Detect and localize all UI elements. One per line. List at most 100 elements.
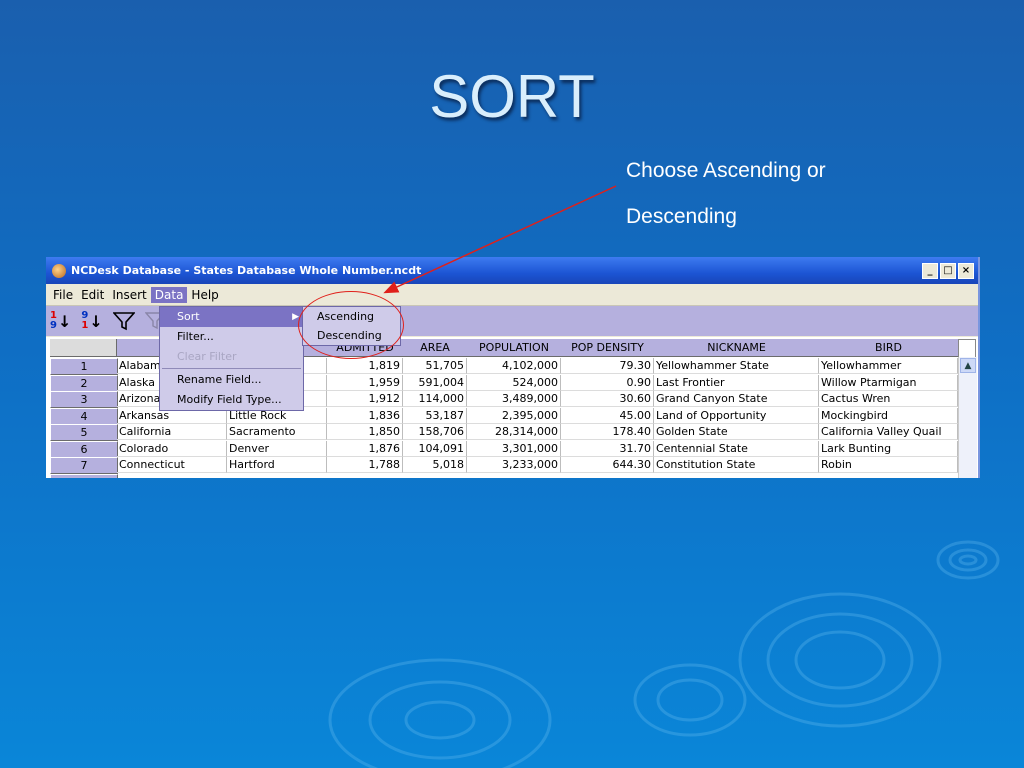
menu-data[interactable]: Data <box>150 286 188 303</box>
menu-item-rename-field[interactable]: Rename Field... <box>160 370 303 390</box>
sort-descending-button[interactable]: 9 1 ↓ <box>81 311 102 331</box>
sort-asc-numbers: 1 9 <box>50 311 57 331</box>
cell-capital[interactable]: Hartford <box>227 457 327 473</box>
sort-desc-bottom: 1 <box>81 320 89 331</box>
corner-header <box>50 339 117 357</box>
cell-bird[interactable]: Willow Ptarmigan <box>819 374 958 391</box>
cell-name[interactable]: California <box>117 424 227 440</box>
cell-pop-density[interactable]: 79.30 <box>561 358 654 374</box>
row-number[interactable]: 6 <box>50 440 118 458</box>
cell-area[interactable]: 51,705 <box>403 358 467 374</box>
cell-admitted[interactable]: 1,819 <box>327 358 403 374</box>
slide-title: SORT <box>429 63 595 130</box>
cell-population[interactable]: 2,395,000 <box>467 407 561 424</box>
cell-admitted[interactable]: 1,876 <box>327 440 403 457</box>
cell-capital[interactable]: Denver <box>227 440 327 457</box>
column-header-area[interactable]: AREA <box>403 339 468 357</box>
cell-area[interactable]: 114,000 <box>403 391 467 407</box>
app-icon <box>52 263 66 278</box>
window-controls: _ □ × <box>922 262 974 279</box>
row-number[interactable]: 1 <box>50 358 118 375</box>
menu-file[interactable]: File <box>49 287 77 303</box>
highlight-oval <box>298 291 404 359</box>
callout-line-1: Choose Ascending or <box>626 159 826 182</box>
cell-name[interactable]: Colorado <box>117 440 227 457</box>
sort-desc-numbers: 9 1 <box>81 311 88 331</box>
cell-nickname[interactable]: Centennial State <box>654 440 819 457</box>
cell-population[interactable]: 3,233,000 <box>467 457 561 473</box>
cell-population[interactable]: 524,000 <box>467 374 561 391</box>
row-number[interactable]: 5 <box>50 424 118 441</box>
column-header-bird[interactable]: BIRD <box>819 339 959 357</box>
arrow-down-icon: ↓ <box>89 311 103 331</box>
row-number[interactable]: 2 <box>50 374 118 392</box>
menu-item-sort-label: Sort <box>177 310 200 323</box>
menu-help[interactable]: Help <box>187 287 222 303</box>
cell-area[interactable]: 104,091 <box>403 440 467 457</box>
column-header-nickname[interactable]: NICKNAME <box>654 339 820 357</box>
sort-asc-bottom: 9 <box>50 320 57 331</box>
cell-admitted[interactable]: 1,850 <box>327 424 403 440</box>
cell-pop-density[interactable]: 45.00 <box>561 407 654 424</box>
cell-population[interactable]: 28,314,000 <box>467 424 561 440</box>
scroll-up-icon[interactable]: ▲ <box>960 358 976 373</box>
cell-bird[interactable]: Cactus Wren <box>819 391 958 407</box>
cell-pop-density[interactable]: 178.40 <box>561 424 654 440</box>
menu-item-modify-field-type[interactable]: Modify Field Type... <box>160 390 303 410</box>
cell-nickname[interactable]: Constitution State <box>654 457 819 473</box>
arrow-down-icon: ↓ <box>57 311 72 331</box>
callout-text: Choose Ascending or Descending <box>626 148 826 240</box>
cell-bird[interactable]: Mockingbird <box>819 407 958 424</box>
menu-item-sort[interactable]: Sort ▶ <box>160 307 303 327</box>
cell-bird[interactable]: California Valley Quail <box>819 424 958 440</box>
cell-bird[interactable]: Robin <box>819 457 958 473</box>
cell-pop-density[interactable]: 644.30 <box>561 457 654 473</box>
data-menu-dropdown: Sort ▶ Filter... Clear Filter Rename Fie… <box>159 306 304 411</box>
cell-nickname[interactable]: Yellowhammer State <box>654 358 819 374</box>
row-number[interactable]: 7 <box>50 457 118 474</box>
menu-item-clear-filter: Clear Filter <box>177 350 237 363</box>
cell-area[interactable]: 158,706 <box>403 424 467 440</box>
menu-insert[interactable]: Insert <box>108 287 150 303</box>
menu-item-filter[interactable]: Filter... <box>160 327 303 347</box>
callout-line-2: Descending <box>626 205 737 228</box>
column-header-pop-density[interactable]: POP DENSITY <box>561 339 655 357</box>
cell-area[interactable]: 591,004 <box>403 374 467 391</box>
title-bar[interactable]: NCDesk Database - States Database Whole … <box>46 257 978 284</box>
cell-admitted[interactable]: 1,959 <box>327 374 403 391</box>
cell-capital[interactable]: Sacramento <box>227 424 327 440</box>
cell-area[interactable]: 53,187 <box>403 407 467 424</box>
row-number[interactable]: 3 <box>50 391 118 408</box>
close-button[interactable]: × <box>958 262 974 279</box>
cell-nickname[interactable]: Land of Opportunity <box>654 407 819 424</box>
cell-admitted[interactable]: 1,788 <box>327 457 403 473</box>
cell-name[interactable]: Connecticut <box>117 457 227 473</box>
cell-nickname[interactable]: Grand Canyon State <box>654 391 819 407</box>
cell-population[interactable]: 4,102,000 <box>467 358 561 374</box>
cell-pop-density[interactable]: 0.90 <box>561 374 654 391</box>
cell-nickname[interactable]: Golden State <box>654 424 819 440</box>
cell-pop-density[interactable]: 30.60 <box>561 391 654 407</box>
menu-separator <box>162 368 301 369</box>
cell-bird[interactable]: Yellowhammer <box>819 358 958 374</box>
header-corner-box <box>958 339 976 358</box>
cell-population[interactable]: 3,301,000 <box>467 440 561 457</box>
row-number[interactable] <box>50 473 118 478</box>
cell-nickname[interactable]: Last Frontier <box>654 374 819 391</box>
cell-population[interactable]: 3,489,000 <box>467 391 561 407</box>
menu-edit[interactable]: Edit <box>77 287 108 303</box>
sort-ascending-button[interactable]: 1 9 ↓ <box>50 311 71 331</box>
maximize-button[interactable]: □ <box>940 262 956 279</box>
menu-bar: File Edit Insert Data Help <box>46 284 978 306</box>
cell-admitted[interactable]: 1,836 <box>327 407 403 424</box>
cell-area[interactable]: 5,018 <box>403 457 467 473</box>
cell-admitted[interactable]: 1,912 <box>327 391 403 407</box>
cell-pop-density[interactable]: 31.70 <box>561 440 654 457</box>
row-number[interactable]: 4 <box>50 407 118 425</box>
minimize-button[interactable]: _ <box>922 262 938 279</box>
column-header-population[interactable]: POPULATION <box>467 339 562 357</box>
cell-bird[interactable]: Lark Bunting <box>819 440 958 457</box>
window-title: NCDesk Database - States Database Whole … <box>71 264 422 277</box>
filter-icon[interactable] <box>112 311 135 331</box>
vertical-scrollbar[interactable]: ▲ <box>958 357 977 478</box>
